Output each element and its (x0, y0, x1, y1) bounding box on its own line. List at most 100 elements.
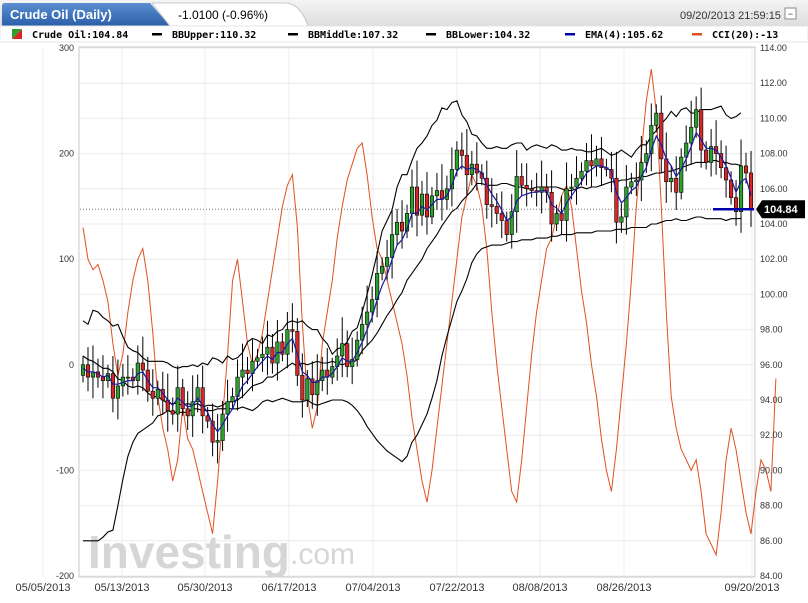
candle-body (340, 343, 345, 357)
candle-body (529, 188, 534, 191)
candle-body (365, 311, 370, 325)
right-tick-label: 100.00 (760, 289, 788, 299)
legend-label: BBUpper:110.32 (172, 30, 256, 41)
candle-body (674, 177, 679, 193)
candle-body (115, 385, 120, 399)
minimize-icon: − (788, 9, 793, 19)
candle-body (664, 158, 669, 183)
legend-label: CCI(20):-13 (712, 30, 778, 41)
candle-body (589, 160, 594, 167)
candle-body (370, 299, 375, 313)
left-tick-label: 100 (59, 254, 74, 264)
candle-body (574, 177, 579, 188)
candle-body (200, 387, 205, 417)
right-tick-label: 112.00 (760, 78, 787, 88)
candle-body (494, 206, 499, 214)
candle-body (270, 346, 275, 364)
candle-body (80, 364, 86, 376)
candle-body (265, 346, 270, 355)
candle-body (185, 408, 190, 417)
left-tick-label: 200 (59, 149, 74, 159)
candle-body (634, 179, 639, 183)
candle-body (504, 220, 509, 235)
candle-body (584, 160, 589, 172)
candle-body (519, 176, 524, 186)
candle-body (395, 221, 400, 235)
candle-body (454, 149, 459, 170)
candle-body (644, 153, 649, 163)
candle-body (679, 156, 684, 193)
candle-body (459, 149, 464, 156)
candle-body (738, 165, 744, 212)
left-tick-label: -200 (56, 571, 74, 581)
candle-body (230, 396, 235, 403)
candle-body (549, 192, 554, 225)
x-tick-label: 05/05/2013 (15, 582, 70, 594)
candle-body (689, 126, 694, 144)
x-tick-label: 08/08/2013 (512, 582, 567, 594)
candle-body (380, 265, 385, 274)
candle-body (559, 213, 564, 221)
candle-body (659, 112, 664, 160)
left-tick-label: 0 (69, 360, 74, 370)
candle-body (629, 181, 634, 188)
legend-swatch (692, 33, 702, 36)
candle-body (240, 369, 245, 378)
candle-body (419, 193, 425, 216)
candle-body (489, 204, 494, 207)
candle-body (390, 234, 395, 258)
candle-body (125, 376, 130, 379)
left-axis: 300 200 100 0 -100 -200 (56, 43, 74, 581)
watermark-text: Investing (88, 526, 290, 578)
x-tick-label: 05/30/2013 (177, 582, 232, 594)
candle-body (699, 109, 704, 151)
last-price-label: 104.84 (764, 204, 799, 216)
x-tick-label: 05/13/2013 (94, 582, 149, 594)
candle-body (464, 155, 469, 176)
candle-body (743, 165, 749, 174)
right-tick-label: 110.00 (760, 113, 787, 123)
legend-label: EMA(4):105.62 (585, 30, 663, 41)
candle-body (499, 213, 504, 221)
candle-body (399, 221, 405, 232)
candle-body (215, 440, 220, 443)
legend-label: BBMiddle:107.32 (308, 29, 398, 41)
x-tick-label: 08/26/2013 (596, 582, 651, 594)
candle-body (579, 170, 584, 179)
watermark-suffix: .com (290, 538, 355, 571)
candle-body (140, 362, 145, 371)
candle-body (569, 186, 574, 190)
candle-body (694, 109, 699, 128)
right-tick-label: 84.00 (760, 571, 783, 581)
candle-body (624, 186, 629, 218)
right-tick-label: 92.00 (760, 430, 783, 440)
candle-body (704, 149, 709, 163)
chart-widget: Crude Oil (Daily) -1.0100 (-0.96%) 09/20… (0, 0, 808, 594)
candle-body (225, 401, 230, 415)
candle-body (654, 112, 659, 126)
x-tick-label: 07/04/2013 (345, 582, 400, 594)
candle-body (524, 184, 529, 190)
candle-body (385, 257, 390, 267)
x-tick-label: 06/17/2013 (261, 582, 316, 594)
right-tick-label: 108.00 (760, 149, 788, 159)
legend-label: BBLower:104.32 (446, 30, 530, 41)
right-tick-label: 104.00 (760, 219, 788, 229)
x-tick-label: 07/22/2013 (429, 582, 484, 594)
right-tick-label: 106.00 (760, 184, 788, 194)
legend-swatch (426, 33, 436, 36)
legend-label: Crude Oil:104.84 (32, 29, 128, 41)
left-tick-label: 300 (59, 43, 74, 53)
x-tick-label: 09/20/2013 (724, 582, 779, 594)
candle-body (434, 190, 439, 197)
right-tick-label: 88.00 (760, 501, 783, 511)
candle-body (135, 362, 140, 381)
right-tick-label: 114.00 (760, 43, 787, 53)
candle-body (170, 410, 175, 415)
right-tick-label: 98.00 (760, 325, 783, 335)
x-axis: 05/05/2013 05/13/2013 05/30/2013 06/17/2013… (15, 582, 779, 594)
candle-body (345, 343, 350, 367)
plot-area (78, 46, 756, 578)
left-tick-label: -100 (56, 465, 74, 475)
right-axis: 114.00 112.00 110.00 108.00 106.00 104.00 102.… (760, 43, 788, 581)
